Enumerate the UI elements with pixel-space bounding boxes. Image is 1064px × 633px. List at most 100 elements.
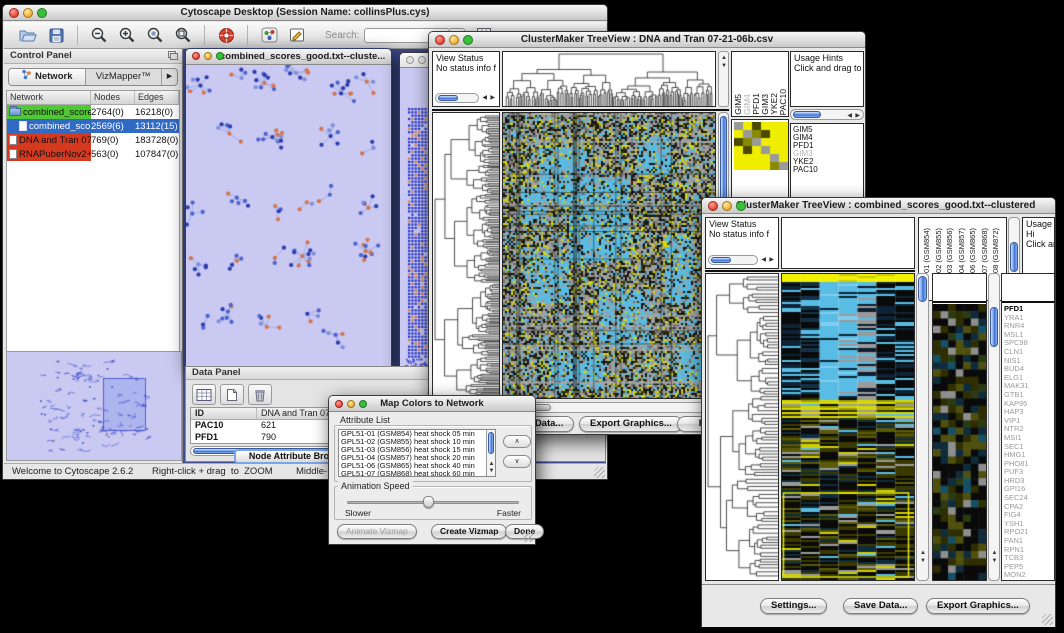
- zoom-window-icon[interactable]: [359, 400, 367, 408]
- zoom-heatmap-canvas[interactable]: [933, 304, 986, 580]
- scroll-right-icon[interactable]: ▶: [855, 113, 860, 119]
- minimize-icon[interactable]: [347, 400, 355, 408]
- close-icon[interactable]: [406, 56, 414, 64]
- network-table-header[interactable]: Network Nodes Edges: [7, 91, 179, 105]
- close-icon[interactable]: [708, 201, 718, 211]
- column-header-edges[interactable]: Edges: [135, 91, 179, 104]
- speed-slider-thumb[interactable]: [423, 496, 434, 508]
- scrollbar-thumb[interactable]: [990, 307, 998, 347]
- zoom-in-icon[interactable]: [115, 24, 139, 46]
- scrollbar-thumb[interactable]: [793, 111, 821, 118]
- tv2-zoom-vscrollbar[interactable]: ▲ ▼: [988, 273, 1000, 581]
- settings-button[interactable]: Settings...: [760, 598, 827, 614]
- tv2-heatmap-vscrollbar[interactable]: ▲ ▼: [916, 273, 929, 581]
- close-icon[interactable]: [192, 52, 200, 60]
- tab-network[interactable]: Network: [9, 69, 86, 85]
- scrollbar-thumb[interactable]: [720, 116, 727, 204]
- network-view-canvas[interactable]: [186, 65, 391, 366]
- new-attribute-icon[interactable]: [220, 384, 244, 405]
- column-header-id[interactable]: ID: [191, 408, 257, 419]
- scroll-down-icon[interactable]: ▼: [489, 468, 495, 474]
- zoom-window-icon[interactable]: [216, 52, 224, 60]
- plugin-manager-icon[interactable]: [257, 24, 281, 46]
- help-lifesaver-icon[interactable]: [214, 24, 238, 46]
- move-down-button[interactable]: ∨: [503, 455, 531, 468]
- tv1-column-labels-panel[interactable]: GIM5GIM4PFD1GIM3YKE2PAC10: [731, 51, 789, 117]
- dialog-title-bar[interactable]: Map Colors to Network: [329, 396, 535, 412]
- create-vizmap-button[interactable]: Create Vizmap: [431, 524, 507, 539]
- network-overview-thumbnail[interactable]: [6, 351, 182, 461]
- tab-vizmapper[interactable]: VizMapper™: [86, 69, 163, 85]
- attribute-list[interactable]: GPL51-01 (GSM854) heat shock 05 minGPL51…: [338, 429, 496, 477]
- float-panel-icon[interactable]: [168, 51, 178, 63]
- scroll-down-icon[interactable]: ▼: [992, 558, 998, 564]
- scrollbar-thumb[interactable]: [918, 276, 927, 302]
- attribute-list-vscrollbar[interactable]: ▲ ▼: [486, 430, 495, 476]
- scroll-up-icon[interactable]: ▲: [721, 55, 727, 61]
- attribute-list-item[interactable]: GPL51-07 (GSM868) heat shock 60 min: [339, 470, 495, 477]
- scroll-up-icon[interactable]: ▲: [489, 461, 495, 467]
- network-name-cell[interactable]: RNAPuberNov2+: [7, 147, 91, 161]
- save-icon[interactable]: [44, 24, 68, 46]
- tv1-usage-hints-hscrollbar[interactable]: ◀ ▶: [790, 109, 864, 120]
- network-name-cell[interactable]: combined_sco: [7, 119, 91, 133]
- scroll-up-icon[interactable]: ▲: [920, 550, 926, 556]
- scroll-left-icon[interactable]: ◀: [482, 95, 487, 101]
- select-attributes-icon[interactable]: [192, 384, 216, 405]
- scroll-right-icon[interactable]: ▶: [769, 257, 774, 263]
- resize-grip[interactable]: [594, 467, 605, 478]
- export-graphics-button[interactable]: Export Graphics...: [926, 598, 1030, 614]
- zoom-heatmap-canvas[interactable]: [734, 122, 788, 170]
- network-tree-row[interactable]: combined_scores2764(0)16218(0): [7, 105, 179, 119]
- tv2-zoom-heatmap-panel[interactable]: [932, 273, 987, 581]
- row-dendrogram-canvas[interactable]: [706, 274, 778, 580]
- scroll-down-icon[interactable]: ▼: [721, 63, 727, 69]
- zoom-fit-icon[interactable]: [171, 24, 195, 46]
- column-header-nodes[interactable]: Nodes: [91, 91, 135, 104]
- main-title-bar[interactable]: Cytoscape Desktop (Session Name: collins…: [3, 5, 607, 21]
- global-heatmap-canvas[interactable]: [503, 113, 715, 398]
- scrollbar-thumb[interactable]: [438, 95, 458, 101]
- column-header-network[interactable]: Network: [7, 91, 91, 104]
- network-name-cell[interactable]: DNA and Tran 07: [7, 133, 91, 147]
- minimize-icon[interactable]: [722, 201, 732, 211]
- tab-overflow-button[interactable]: ▶: [162, 69, 177, 85]
- minimize-icon[interactable]: [449, 35, 459, 45]
- scrollbar-thumb[interactable]: [1010, 242, 1018, 272]
- scroll-up-icon[interactable]: ▲: [992, 550, 998, 556]
- network-view-title-bar[interactable]: combined_scores_good.txt--cluste...: [186, 49, 391, 65]
- scroll-left-icon[interactable]: ◀: [847, 113, 852, 119]
- tv1-global-heatmap-panel[interactable]: [502, 112, 716, 399]
- resize-grip[interactable]: [522, 531, 533, 542]
- scroll-right-icon[interactable]: ▶: [490, 95, 495, 101]
- column-dendrogram-canvas[interactable]: [503, 52, 715, 106]
- zoom-window-icon[interactable]: [37, 8, 47, 18]
- tv1-top-scrollbar[interactable]: ▲ ▼: [718, 51, 729, 107]
- row-dendrogram-canvas[interactable]: [433, 113, 499, 398]
- zoom-window-icon[interactable]: [463, 35, 473, 45]
- minimize-icon[interactable]: [204, 52, 212, 60]
- move-up-button[interactable]: ∧: [503, 435, 531, 448]
- network-tree-row[interactable]: combined_sco2569(6)13112(15): [7, 119, 179, 133]
- scroll-left-icon[interactable]: ◀: [761, 257, 766, 263]
- resize-grip[interactable]: [1042, 614, 1053, 625]
- tv2-row-dendrogram-panel[interactable]: [705, 273, 779, 581]
- scrollbar-thumb[interactable]: [488, 432, 494, 454]
- save-data-button[interactable]: Save Data...: [843, 598, 918, 614]
- close-icon[interactable]: [335, 400, 343, 408]
- tv1-column-dendrogram-panel[interactable]: [502, 51, 716, 107]
- animate-vizmap-button[interactable]: Animate Vizmap: [337, 524, 417, 539]
- annotation-icon[interactable]: [285, 24, 309, 46]
- tv1-row-dendrogram-panel[interactable]: [432, 112, 500, 399]
- zoom-selected-icon[interactable]: [143, 24, 167, 46]
- global-heatmap-canvas[interactable]: [782, 274, 914, 580]
- tv2-row-labels-panel[interactable]: PFD1YRA1RNR4MSL1SPC98CLN1NIS1BUD4ELG1MAK…: [1001, 273, 1055, 581]
- view-status-hscrollbar[interactable]: [708, 255, 758, 265]
- treeview2-title-bar[interactable]: ClusterMaker TreeView : combined_scores_…: [702, 198, 1055, 214]
- network-tree-row[interactable]: DNA and Tran 07769(0)183728(0): [7, 133, 179, 147]
- view-status-hscrollbar[interactable]: [435, 93, 479, 103]
- close-icon[interactable]: [435, 35, 445, 45]
- delete-attribute-icon[interactable]: [248, 384, 272, 405]
- scrollbar-thumb[interactable]: [711, 257, 731, 263]
- zoom-window-icon[interactable]: [736, 201, 746, 211]
